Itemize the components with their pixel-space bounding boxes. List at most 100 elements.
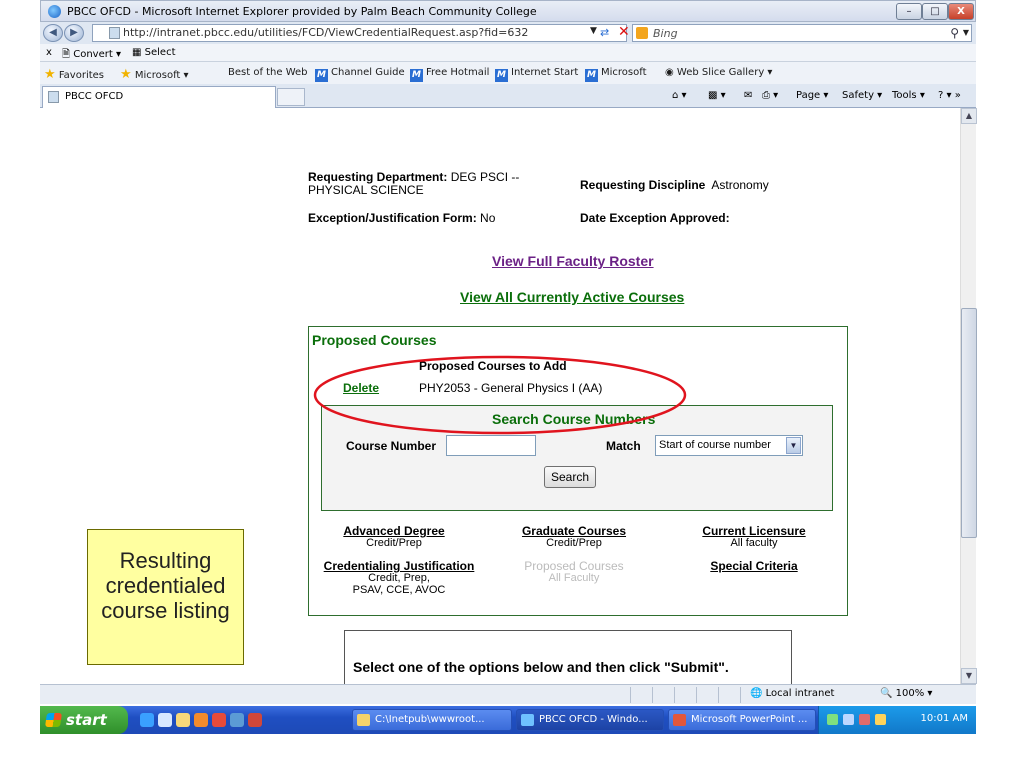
task-ie-label: PBCC OFCD - Windo... <box>539 714 648 725</box>
credential-advanced-degree-sub: Credit/Prep <box>366 537 422 549</box>
print-icon[interactable]: ⎙ ▾ <box>762 90 778 101</box>
favorites-star-icon: ★ <box>44 67 56 82</box>
address-bar: ◀ ▶ http://intranet.pbcc.edu/utilities/F… <box>40 22 976 44</box>
quicklaunch-icon[interactable] <box>230 713 244 727</box>
fav-item-microsoft[interactable]: ★ Microsoft ▾ <box>120 67 189 82</box>
msn-icon: M <box>585 69 598 82</box>
window-title-bar: PBCC OFCD - Microsoft Internet Explorer … <box>40 0 976 22</box>
windows-flag-icon <box>45 713 62 727</box>
page-content: Requesting Department: DEG PSCI -- PHYSI… <box>40 108 960 684</box>
ie-quicklaunch-icon[interactable] <box>140 713 154 727</box>
chevron-down-icon[interactable]: ▼ <box>786 437 801 454</box>
view-faculty-roster-link[interactable]: View Full Faculty Roster <box>492 253 654 269</box>
start-button[interactable]: start <box>40 706 128 734</box>
msn-icon: M <box>495 69 508 82</box>
fav-item-internet-start[interactable]: M Internet Start <box>495 67 578 82</box>
close-toolbar-icon[interactable]: x <box>46 47 52 58</box>
search-magnifier-icon[interactable]: ⚲ <box>950 26 959 40</box>
task-ie[interactable]: PBCC OFCD - Windo... <box>516 709 664 731</box>
scroll-up-icon[interactable]: ▲ <box>961 108 977 124</box>
credential-credentialing-justification-sub1: Credit, Prep, <box>368 572 430 584</box>
search-dropdown-icon[interactable]: ▼ <box>963 28 969 37</box>
credential-proposed-courses: Proposed Courses All Faculty <box>509 560 639 584</box>
help-icon[interactable]: ? ▾ » <box>938 90 961 101</box>
stop-icon[interactable]: ✕ <box>618 24 630 40</box>
page-menu[interactable]: Page ▾ <box>796 90 828 101</box>
maximize-button[interactable]: □ <box>922 3 948 20</box>
url-input[interactable]: http://intranet.pbcc.edu/utilities/FCD/V… <box>92 24 627 42</box>
fav-item-channel-guide[interactable]: M Channel Guide <box>315 67 405 82</box>
zoom-level: 100% <box>895 688 925 699</box>
address-dropdown-icon[interactable]: ▼ <box>590 26 597 36</box>
forward-arrow-icon[interactable]: ▶ <box>64 24 84 42</box>
signal-icon[interactable] <box>827 714 838 725</box>
refresh-icon[interactable]: ⇄ <box>600 26 609 39</box>
safety-menu-label: Safety <box>842 90 874 101</box>
credential-current-licensure-link[interactable]: Current Licensure <box>684 525 824 537</box>
tray-icon[interactable] <box>875 714 886 725</box>
proposed-courses-title: Proposed Courses <box>312 332 437 348</box>
quicklaunch-icon[interactable] <box>248 713 262 727</box>
status-divider <box>630 687 631 703</box>
requesting-department-label: Requesting Department: <box>308 170 448 184</box>
requesting-discipline-value: Astronomy <box>711 178 769 192</box>
tab-row: PBCC OFCD ⌂ ▾ ▩ ▾ ✉ ⎙ ▾ Page ▾ Safety ▾ … <box>40 84 976 108</box>
home-icon[interactable]: ⌂ ▾ <box>672 90 687 101</box>
security-icon[interactable] <box>859 714 870 725</box>
credential-advanced-degree: Advanced Degree Credit/Prep <box>329 525 459 549</box>
scroll-thumb[interactable] <box>961 308 977 538</box>
favorites-label: Favorites <box>58 70 105 81</box>
bing-icon <box>636 27 648 39</box>
zoom-control[interactable]: 🔍 100% ▾ <box>880 688 932 699</box>
powerpoint-icon <box>673 714 686 726</box>
fav-item-free-hotmail[interactable]: M Free Hotmail <box>410 67 489 82</box>
favorites-button[interactable]: ★ Favorites <box>44 67 104 82</box>
exception-form-value: No <box>480 211 496 225</box>
page-menu-label: Page <box>796 90 821 101</box>
quicklaunch-icon[interactable] <box>194 713 208 727</box>
task-powerpoint[interactable]: Microsoft PowerPoint ... <box>668 709 816 731</box>
task-powerpoint-label: Microsoft PowerPoint ... <box>691 714 808 725</box>
search-button[interactable]: Search <box>544 466 596 488</box>
window-title: PBCC OFCD - Microsoft Internet Explorer … <box>67 5 537 18</box>
slide-margin-left <box>0 0 40 768</box>
credential-special-criteria-link[interactable]: Special Criteria <box>684 560 824 572</box>
date-exception-label: Date Exception Approved: <box>580 211 730 225</box>
credential-graduate-courses-link[interactable]: Graduate Courses <box>509 525 639 537</box>
system-tray: 10:01 AM <box>818 706 976 734</box>
network-icon[interactable] <box>843 714 854 725</box>
security-zone: 🌐 Local intranet <box>750 688 835 699</box>
credential-advanced-degree-link[interactable]: Advanced Degree <box>329 525 459 537</box>
tools-menu-label: Tools <box>892 90 917 101</box>
search-input[interactable]: Bing ⚲ ▼ <box>632 24 972 42</box>
back-arrow-icon[interactable]: ◀ <box>43 24 63 42</box>
quicklaunch-icon[interactable] <box>176 713 190 727</box>
fav-item-microsoft-2[interactable]: M Microsoft <box>585 67 647 82</box>
view-active-courses-link[interactable]: View All Currently Active Courses <box>460 289 684 305</box>
fav-item-best-of-web[interactable]: Best of the Web <box>228 67 308 78</box>
quicklaunch-icon[interactable] <box>212 713 226 727</box>
select-button[interactable]: ▦ Select <box>132 47 176 58</box>
tab-pbcc-ofcd[interactable]: PBCC OFCD <box>42 86 276 108</box>
search-provider-label: Bing <box>653 27 678 40</box>
requesting-department-value-line2: PHYSICAL SCIENCE <box>308 183 424 197</box>
close-window-button[interactable]: X <box>948 3 974 20</box>
submit-instruction: Select one of the options below and then… <box>353 659 729 675</box>
feeds-icon[interactable]: ▩ ▾ <box>708 90 726 101</box>
tab-label: PBCC OFCD <box>65 91 124 102</box>
convert-label: Convert <box>73 49 113 60</box>
mail-icon[interactable]: ✉ <box>744 90 752 101</box>
credential-credentialing-justification-link[interactable]: Credentialing Justification <box>319 560 479 572</box>
task-explorer[interactable]: C:\Inetpub\wwwroot... <box>352 709 512 731</box>
callout-line-1: Resulting <box>119 548 212 573</box>
minimize-button[interactable]: – <box>896 3 922 20</box>
tools-menu[interactable]: Tools ▾ <box>892 90 925 101</box>
new-tab-button[interactable] <box>277 88 305 106</box>
quicklaunch-icon[interactable] <box>158 713 172 727</box>
vertical-scrollbar[interactable]: ▲ ▼ <box>960 108 977 684</box>
credential-credentialing-justification: Credentialing Justification Credit, Prep… <box>319 560 479 596</box>
scroll-down-icon[interactable]: ▼ <box>961 668 977 684</box>
safety-menu[interactable]: Safety ▾ <box>842 90 882 101</box>
fav-item-web-slice-gallery[interactable]: ◉ Web Slice Gallery ▾ <box>665 67 772 78</box>
credential-credentialing-justification-sub2: PSAV, CCE, AVOC <box>352 584 446 596</box>
